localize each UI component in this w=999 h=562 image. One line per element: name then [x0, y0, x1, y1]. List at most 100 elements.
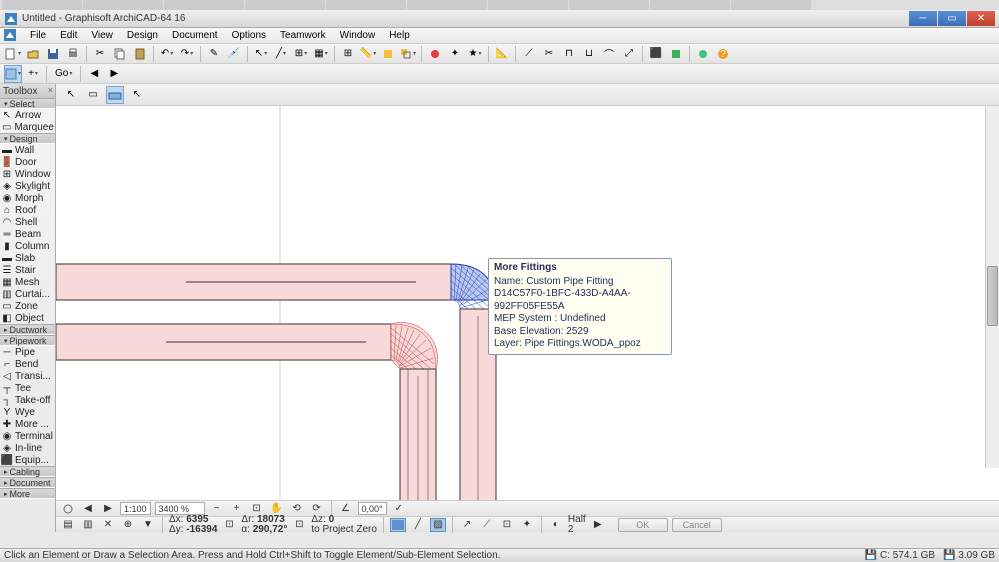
- adjust-button[interactable]: ⊓: [560, 45, 578, 63]
- snap-button[interactable]: ⊞: [292, 45, 310, 63]
- edit-btn-1[interactable]: ↗: [459, 518, 475, 532]
- grid-toggle-button[interactable]: ⊞: [339, 45, 357, 63]
- tool-pipe[interactable]: ─Pipe: [0, 346, 55, 358]
- seg-next-button[interactable]: ▶: [590, 518, 606, 532]
- zoom-prev-button[interactable]: ⟲: [289, 502, 305, 516]
- infobox-arrow-button[interactable]: ↖: [128, 86, 146, 104]
- tool-door[interactable]: 🚪Door: [0, 156, 55, 168]
- ok-button[interactable]: OK: [618, 518, 668, 532]
- trace-button[interactable]: [379, 45, 397, 63]
- cut-button[interactable]: ✂: [91, 45, 109, 63]
- tool-skylight[interactable]: ◈Skylight: [0, 180, 55, 192]
- pipe-fitting-red[interactable]: [391, 322, 438, 369]
- tool-beam[interactable]: ═Beam: [0, 228, 55, 240]
- tool-bend[interactable]: ⌐Bend: [0, 358, 55, 370]
- new-button[interactable]: [4, 45, 22, 63]
- cursor-snap-button[interactable]: ↖: [252, 45, 270, 63]
- angle-toggle-button[interactable]: ✓: [391, 502, 407, 516]
- toolbox-section-ductwork[interactable]: Ductwork: [0, 324, 55, 335]
- favorites-button[interactable]: ★: [466, 45, 484, 63]
- resize-button[interactable]: ⤢: [620, 45, 638, 63]
- layer-combo-button[interactable]: ▤: [60, 518, 76, 532]
- zoom-out-button[interactable]: −: [209, 502, 225, 516]
- app-menu-icon[interactable]: [4, 29, 18, 43]
- syringe-button[interactable]: 💉: [225, 45, 243, 63]
- seg-btn[interactable]: ◐: [548, 518, 564, 532]
- suspend-button[interactable]: [426, 45, 444, 63]
- infobox-pointer-button[interactable]: ↖: [62, 86, 80, 104]
- menu-file[interactable]: File: [24, 29, 52, 42]
- tool-curtain[interactable]: ▥Curtai...: [0, 288, 55, 300]
- menu-view[interactable]: View: [85, 29, 119, 42]
- ruler-button[interactable]: 📏: [359, 45, 377, 63]
- go-button[interactable]: Go: [51, 65, 76, 83]
- toolbox-header[interactable]: Toolbox ×: [0, 84, 55, 98]
- menu-teamwork[interactable]: Teamwork: [274, 29, 332, 42]
- angle-field[interactable]: 0,00°: [358, 502, 387, 515]
- tool-inline[interactable]: ◈In-line: [0, 442, 55, 454]
- toolbox-section-cabling[interactable]: Cabling: [0, 466, 55, 477]
- edit-btn-2[interactable]: ⟋: [479, 518, 495, 532]
- pick-button[interactable]: ✎: [205, 45, 223, 63]
- tool-arrow[interactable]: ↖Arrow: [0, 109, 55, 121]
- arrow-mode-button[interactable]: [4, 65, 22, 83]
- paste-button[interactable]: [131, 45, 149, 63]
- polar-lock-button[interactable]: ⊡: [291, 518, 307, 532]
- angle-button[interactable]: ∠: [338, 502, 354, 516]
- minimize-button[interactable]: ─: [909, 11, 937, 26]
- menu-options[interactable]: Options: [226, 29, 272, 42]
- redo-button[interactable]: ↷: [178, 45, 196, 63]
- tool-marquee[interactable]: ▭Marquee: [0, 121, 55, 133]
- infobox-geometry1-button[interactable]: ▭: [84, 86, 102, 104]
- xy-lock-button[interactable]: ⊡: [221, 518, 237, 532]
- menu-document[interactable]: Document: [166, 29, 224, 42]
- user-origin-button[interactable]: ⊕: [120, 518, 136, 532]
- edit-btn-3[interactable]: ⊡: [499, 518, 515, 532]
- maximize-button[interactable]: ▭: [938, 11, 966, 26]
- toolbox-section-pipework[interactable]: Pipework: [0, 335, 55, 346]
- tool-more-fittings[interactable]: ✚More ...: [0, 418, 55, 430]
- energy-button[interactable]: [694, 45, 712, 63]
- fillet-button[interactable]: ⌒: [600, 45, 618, 63]
- tool-tee[interactable]: ┬Tee: [0, 382, 55, 394]
- infobox-geometry2-button[interactable]: [106, 86, 124, 104]
- menu-help[interactable]: Help: [383, 29, 416, 42]
- close-button[interactable]: ✕: [967, 11, 995, 26]
- tool-equipment[interactable]: ⬛Equip...: [0, 454, 55, 466]
- intersect-button[interactable]: ⊔: [580, 45, 598, 63]
- drawing-canvas[interactable]: More Fittings Name: Custom Pipe Fitting …: [56, 106, 999, 500]
- tool-stair[interactable]: ☰Stair: [0, 264, 55, 276]
- tool-roof[interactable]: ⌂Roof: [0, 204, 55, 216]
- tool-mesh[interactable]: ▦Mesh: [0, 276, 55, 288]
- mode-btn-1[interactable]: [390, 518, 406, 532]
- magic-wand-button[interactable]: ✦: [446, 45, 464, 63]
- tool-window[interactable]: ⊞Window: [0, 168, 55, 180]
- split-button[interactable]: ✂: [540, 45, 558, 63]
- tool-shell[interactable]: ◠Shell: [0, 216, 55, 228]
- layer2-button[interactable]: ▥: [80, 518, 96, 532]
- marquee-mode-button[interactable]: +: [24, 65, 42, 83]
- tool-morph[interactable]: ◉Morph: [0, 192, 55, 204]
- toolbox-section-select[interactable]: Select: [0, 98, 55, 109]
- menu-edit[interactable]: Edit: [54, 29, 83, 42]
- view-back-button[interactable]: ◀: [85, 65, 103, 83]
- toolbox-section-design[interactable]: Design: [0, 133, 55, 144]
- open-button[interactable]: [24, 45, 42, 63]
- help-button[interactable]: ?: [714, 45, 732, 63]
- menu-window[interactable]: Window: [334, 29, 382, 42]
- toolbox-close-icon[interactable]: ×: [48, 85, 53, 95]
- view-fwd-button[interactable]: ▶: [105, 65, 123, 83]
- grid-snap-button[interactable]: ▦: [312, 45, 330, 63]
- mode-btn-2[interactable]: ╱: [410, 518, 426, 532]
- tool-slab[interactable]: ▬Slab: [0, 252, 55, 264]
- nav-back-button[interactable]: ◀: [80, 502, 96, 516]
- tool-transition[interactable]: ◁Transi...: [0, 370, 55, 382]
- guide-button[interactable]: ╱: [272, 45, 290, 63]
- edit-btn-4[interactable]: ✦: [519, 518, 535, 532]
- toolbox-section-document[interactable]: Document: [0, 477, 55, 488]
- trim-button[interactable]: ⟋: [520, 45, 538, 63]
- tool-zone[interactable]: ▭Zone: [0, 300, 55, 312]
- origin-button[interactable]: ✕: [100, 518, 116, 532]
- tool-column[interactable]: ▮Column: [0, 240, 55, 252]
- save-button[interactable]: [44, 45, 62, 63]
